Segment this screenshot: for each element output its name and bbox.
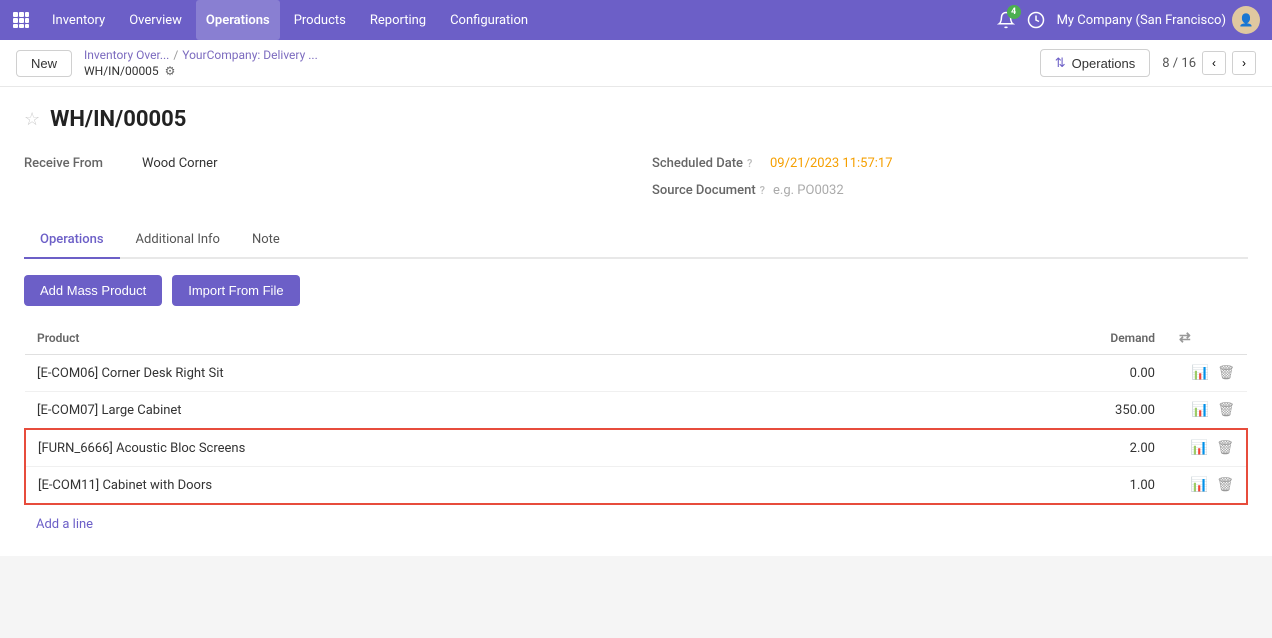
company-selector[interactable]: My Company (San Francisco) 👤 [1057, 6, 1260, 34]
product-cell[interactable]: [E-COM06] Corner Desk Right Sit [25, 355, 907, 392]
nav-products[interactable]: Products [284, 0, 356, 40]
actions-cell: 📊🗑 [1167, 392, 1247, 430]
table-row: [E-COM06] Corner Desk Right Sit0.00📊🗑 [25, 355, 1247, 392]
chart-icon[interactable]: 📊 [1191, 477, 1208, 493]
product-cell[interactable]: [FURN_6666] Acoustic Bloc Screens [25, 429, 907, 467]
receive-from-label: Receive From [24, 156, 134, 171]
record-ref: WH/IN/00005 [84, 64, 159, 78]
notifications-icon[interactable]: 4 [997, 11, 1015, 29]
operations-arrow-icon: ⇅ [1055, 55, 1066, 71]
record-title: WH/IN/00005 [50, 107, 186, 132]
subheader: New Inventory Over... / YourCompany: Del… [0, 40, 1272, 87]
nav-operations[interactable]: Operations [196, 0, 280, 40]
favorite-star-icon[interactable]: ☆ [24, 109, 40, 130]
nav-overview[interactable]: Overview [119, 0, 192, 40]
demand-cell: 350.00 [907, 392, 1167, 430]
breadcrumb-section: Inventory Over... / YourCompany: Deliver… [84, 48, 318, 78]
col-actions-header: ⇄ [1167, 322, 1247, 355]
import-from-file-button[interactable]: Import From File [172, 275, 299, 306]
notification-badge: 4 [1007, 5, 1021, 19]
chart-icon[interactable]: 📊 [1192, 365, 1209, 381]
source-doc-value[interactable]: e.g. PO0032 [773, 183, 844, 198]
record-reference-row: WH/IN/00005 ⚙ [84, 64, 318, 78]
scheduled-date-value[interactable]: 09/21/2023 11:57:17 [770, 156, 893, 171]
source-doc-help-icon: ? [760, 184, 765, 197]
actions-cell: 📊🗑 [1167, 467, 1247, 505]
fields-grid: Receive From Wood Corner Scheduled Date … [24, 156, 1248, 198]
chart-icon[interactable]: 📊 [1192, 402, 1209, 418]
nav-configuration[interactable]: Configuration [440, 0, 538, 40]
scheduled-date-help-icon: ? [747, 157, 752, 170]
clock-icon[interactable] [1027, 11, 1045, 29]
demand-cell: 0.00 [907, 355, 1167, 392]
source-doc-field: Source Document ? e.g. PO0032 [652, 183, 1248, 198]
add-mass-product-button[interactable]: Add Mass Product [24, 275, 162, 306]
tab-operations[interactable]: Operations [24, 222, 120, 259]
apps-icon[interactable] [12, 11, 30, 29]
table-row: [E-COM07] Large Cabinet350.00📊🗑 [25, 392, 1247, 430]
record-header: ☆ WH/IN/00005 [24, 107, 1248, 132]
col-product-header: Product [25, 322, 907, 355]
delete-icon[interactable]: 🗑 [1216, 440, 1234, 456]
operations-button[interactable]: ⇅ Operations [1040, 49, 1151, 77]
prev-page-button[interactable]: ‹ [1202, 51, 1226, 75]
actions-cell: 📊🗑 [1167, 429, 1247, 467]
nav-inventory[interactable]: Inventory [42, 0, 115, 40]
main-content: ☆ WH/IN/00005 Receive From Wood Corner S… [0, 87, 1272, 556]
breadcrumb-delivery[interactable]: YourCompany: Delivery ... [182, 48, 317, 62]
product-cell[interactable]: [E-COM11] Cabinet with Doors [25, 467, 907, 505]
breadcrumb-inventory[interactable]: Inventory Over... [84, 48, 169, 62]
demand-cell: 2.00 [907, 429, 1167, 467]
receive-from-field: Receive From Wood Corner [24, 156, 620, 171]
pagination: 8 / 16 ‹ › [1162, 51, 1256, 75]
source-doc-label: Source Document ? [652, 183, 765, 198]
next-page-button[interactable]: › [1232, 51, 1256, 75]
tab-note[interactable]: Note [236, 222, 296, 259]
product-table: Product Demand ⇄ [E-COM06] Corner Desk R… [24, 322, 1248, 505]
table-row: [E-COM11] Cabinet with Doors1.00📊🗑 [25, 467, 1247, 505]
delete-icon[interactable]: 🗑 [1216, 477, 1234, 493]
tab-additional-info[interactable]: Additional Info [120, 222, 236, 259]
delete-icon[interactable]: 🗑 [1217, 365, 1235, 381]
settings-icon[interactable]: ⚙ [165, 64, 176, 78]
demand-cell: 1.00 [907, 467, 1167, 505]
col-demand-header: Demand [907, 322, 1167, 355]
tab-navigation: Operations Additional Info Note [24, 222, 1248, 259]
nav-reporting[interactable]: Reporting [360, 0, 436, 40]
top-navigation: Inventory Overview Operations Products R… [0, 0, 1272, 40]
scheduled-date-field: Scheduled Date ? 09/21/2023 11:57:17 [652, 156, 1248, 171]
avatar: 👤 [1232, 6, 1260, 34]
scheduled-date-label: Scheduled Date ? [652, 156, 762, 171]
product-cell[interactable]: [E-COM07] Large Cabinet [25, 392, 907, 430]
delete-icon[interactable]: 🗑 [1217, 402, 1235, 418]
action-buttons: Add Mass Product Import From File [24, 275, 1248, 306]
table-row: [FURN_6666] Acoustic Bloc Screens2.00📊🗑 [25, 429, 1247, 467]
new-button[interactable]: New [16, 50, 72, 77]
actions-cell: 📊🗑 [1167, 355, 1247, 392]
receive-from-value[interactable]: Wood Corner [142, 156, 217, 171]
breadcrumb: Inventory Over... / YourCompany: Deliver… [84, 48, 318, 62]
chart-icon[interactable]: 📊 [1191, 440, 1208, 456]
add-line-link[interactable]: Add a line [24, 513, 93, 536]
